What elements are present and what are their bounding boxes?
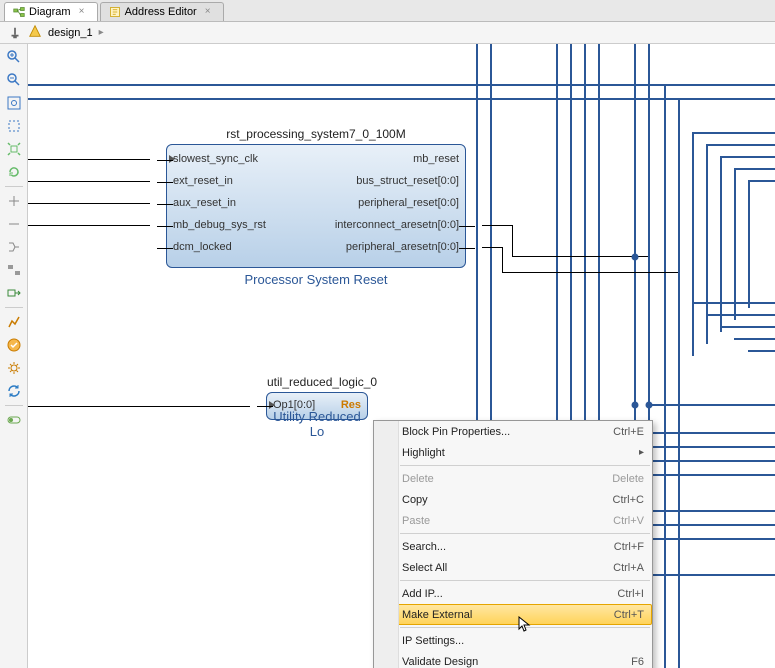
- breadcrumb-root[interactable]: design_1: [48, 27, 93, 39]
- menu-copy[interactable]: Copy Ctrl+C: [374, 489, 652, 510]
- optimize-icon[interactable]: [3, 311, 25, 333]
- block-processor-system-reset[interactable]: rst_processing_system7_0_100M slowest_sy…: [166, 144, 466, 268]
- zoom-fit-icon[interactable]: [3, 92, 25, 114]
- menu-select-all[interactable]: Select All Ctrl+A: [374, 557, 652, 578]
- address-editor-icon: [109, 6, 121, 18]
- toggle-icon[interactable]: [3, 409, 25, 431]
- menu-validate-design[interactable]: Validate Design F6: [374, 651, 652, 668]
- breadcrumb: design_1 ▸: [0, 22, 775, 44]
- pin-label[interactable]: mb_reset: [413, 153, 459, 165]
- pin-label[interactable]: dcm_locked: [173, 241, 232, 253]
- zoom-area-icon[interactable]: [3, 115, 25, 137]
- tab-label: Diagram: [29, 6, 71, 18]
- pin-toolbar-icon[interactable]: [8, 26, 22, 40]
- diagram-canvas[interactable]: rst_processing_system7_0_100M slowest_sy…: [28, 44, 775, 668]
- collapse-icon[interactable]: [3, 190, 25, 212]
- mouse-cursor-icon: [518, 616, 534, 632]
- menu-highlight[interactable]: Highlight ▸: [374, 442, 652, 463]
- chevron-right-icon[interactable]: ▸: [99, 27, 104, 38]
- menu-delete: Delete Delete: [374, 468, 652, 489]
- menu-block-pin-properties[interactable]: Block Pin Properties... Ctrl+E: [374, 421, 652, 442]
- menu-paste: Paste Ctrl+V: [374, 510, 652, 531]
- pin-label[interactable]: mb_debug_sys_rst: [173, 219, 266, 231]
- pin-label[interactable]: peripheral_reset[0:0]: [358, 197, 459, 209]
- vertical-toolbar: [0, 44, 28, 668]
- pin-label[interactable]: ext_reset_in: [173, 175, 233, 187]
- menu-add-ip[interactable]: Add IP... Ctrl+I: [374, 583, 652, 604]
- menu-make-external[interactable]: Make External Ctrl+T: [374, 604, 652, 625]
- pin-label[interactable]: peripheral_aresetn[0:0]: [346, 241, 459, 253]
- group-icon[interactable]: [3, 259, 25, 281]
- block-instance-name: rst_processing_system7_0_100M: [167, 127, 465, 141]
- pin-label[interactable]: interconnect_aresetn[0:0]: [335, 219, 459, 231]
- tab-diagram[interactable]: Diagram ×: [4, 2, 98, 21]
- expand-icon[interactable]: [3, 213, 25, 235]
- pin-label[interactable]: slowest_sync_clk: [173, 153, 258, 165]
- settings-icon[interactable]: [3, 357, 25, 379]
- design-hierarchy-icon[interactable]: [28, 24, 42, 41]
- block-type-name: Processor System Reset: [167, 272, 465, 287]
- tab-address-editor[interactable]: Address Editor ×: [100, 2, 224, 21]
- diagram-icon: [13, 6, 25, 18]
- autoconnect-icon[interactable]: [3, 236, 25, 258]
- pin-label[interactable]: aux_reset_in: [173, 197, 236, 209]
- zoom-in-icon[interactable]: [3, 46, 25, 68]
- menu-search[interactable]: Search... Ctrl+F: [374, 536, 652, 557]
- context-menu: Block Pin Properties... Ctrl+E Highlight…: [373, 420, 653, 668]
- auto-fit-icon[interactable]: [3, 138, 25, 160]
- close-icon[interactable]: ×: [205, 7, 215, 17]
- pin-label[interactable]: bus_struct_reset[0:0]: [356, 175, 459, 187]
- block-type-name: Utility Reduced Lo: [267, 409, 367, 439]
- block-util-reduced-logic[interactable]: util_reduced_logic_0 Op1[0:0] Res Utilit…: [266, 392, 368, 420]
- tab-label: Address Editor: [125, 6, 197, 18]
- refresh-icon[interactable]: [3, 380, 25, 402]
- close-icon[interactable]: ×: [79, 7, 89, 17]
- zoom-out-icon[interactable]: [3, 69, 25, 91]
- submenu-indicator-icon: ▸: [633, 447, 644, 458]
- regenerate-icon[interactable]: [3, 161, 25, 183]
- menu-ip-settings[interactable]: IP Settings...: [374, 630, 652, 651]
- make-external-icon[interactable]: [3, 282, 25, 304]
- block-instance-name: util_reduced_logic_0: [267, 375, 367, 389]
- validate-icon[interactable]: [3, 334, 25, 356]
- tab-bar: Diagram × Address Editor ×: [0, 0, 775, 22]
